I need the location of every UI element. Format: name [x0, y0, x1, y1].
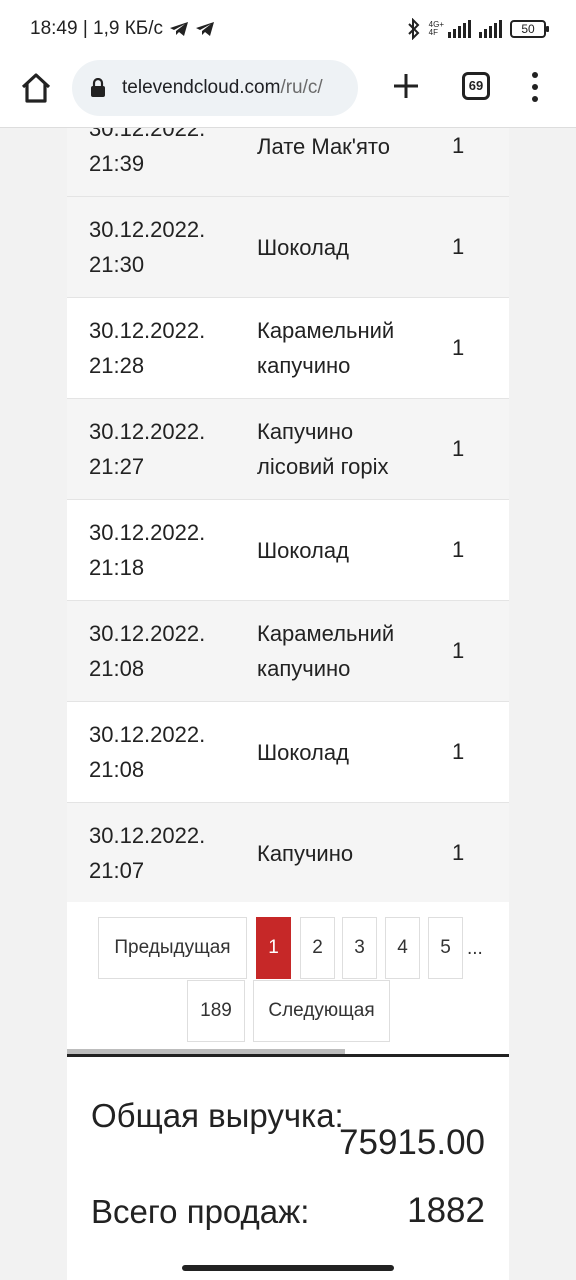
pagination-next-button[interactable]: Следующая [253, 980, 390, 1042]
row-product: Шоколад [257, 234, 349, 260]
row-datetime: 30.12.2022. 21:08 [89, 722, 206, 782]
pagination: Предыдущая 1 2 3 4 5 ... 189 Следующая [67, 902, 509, 1054]
pagination-page-3[interactable]: 3 [342, 917, 377, 979]
sales-table: 30.12.2022. 21:39 Лате Мак'ято 1 30.12.20… [67, 128, 509, 904]
new-tab-icon[interactable] [390, 70, 422, 102]
row-product: Лате Мак'ято [257, 133, 390, 159]
row-datetime: 30.12.2022. 21:07 [89, 823, 206, 883]
bluetooth-icon [407, 18, 420, 40]
row-product: Капучино лісовий горіх [257, 419, 389, 479]
row-quantity: 1 [452, 537, 465, 562]
row-datetime: 30.12.2022. 21:08 [89, 621, 206, 681]
sales-count-value: 1882 [407, 1191, 485, 1230]
row-datetime: 30.12.2022. 21:30 [89, 217, 206, 277]
browser-toolbar: televendcloud.com/ru/c/ 69 [0, 58, 576, 128]
gesture-navigation-bar[interactable] [182, 1265, 394, 1271]
signal-icon [448, 20, 471, 38]
table-row: 30.12.2022. 21:07 Капучино 1 [67, 803, 509, 904]
table-row: 30.12.2022. 21:30 Шоколад 1 [67, 197, 509, 298]
row-quantity: 1 [452, 335, 465, 360]
telegram-icon [170, 22, 189, 36]
row-product: Капучино [257, 840, 354, 866]
sales-summary: Общая выручка: 75915.00 Всего продаж: 18… [67, 1054, 509, 1280]
url-text[interactable]: televendcloud.com/ru/c/ [122, 77, 323, 99]
revenue-label: Общая выручка: [91, 1097, 344, 1134]
table-row: 30.12.2022. 21:08 Шоколад 1 [67, 702, 509, 803]
row-quantity: 1 [452, 133, 465, 158]
lock-icon[interactable] [90, 78, 106, 98]
row-datetime: 30.12.2022. 21:27 [89, 419, 206, 479]
home-icon[interactable] [18, 70, 54, 106]
pagination-page-1[interactable]: 1 [256, 917, 291, 979]
row-product: Карамельний капучино [257, 621, 395, 681]
row-datetime: 30.12.2022. 21:28 [89, 318, 206, 378]
pagination-page-2[interactable]: 2 [300, 917, 335, 979]
pagination-page-5[interactable]: 5 [428, 917, 463, 979]
table-row: 30.12.2022. 21:08 Карамельний капучино 1 [67, 601, 509, 702]
pagination-prev-button[interactable]: Предыдущая [98, 917, 247, 979]
sales-count-label: Всего продаж: [91, 1193, 310, 1230]
battery-icon: 50 [510, 20, 549, 38]
pagination-page-4[interactable]: 4 [385, 917, 420, 979]
row-datetime: 30.12.2022. 21:18 [89, 520, 206, 580]
pagination-page-last[interactable]: 189 [187, 980, 245, 1042]
status-bar: 18:49 | 1,9 КБ/с 4G+ 4F 50 [0, 0, 576, 58]
row-quantity: 1 [452, 638, 465, 663]
table-row: 30.12.2022. 21:27 Капучино лісовий горіх 1 [67, 399, 509, 500]
row-quantity: 1 [452, 436, 465, 461]
status-left: 18:49 | 1,9 КБ/с [30, 18, 215, 40]
status-right: 4G+ 4F 50 [407, 18, 549, 40]
revenue-value: 75915.00 [339, 1123, 485, 1162]
status-time-speed: 18:49 | 1,9 КБ/с [30, 18, 164, 39]
network-type: 4G+ 4F [428, 20, 444, 37]
row-product: Шоколад [257, 537, 349, 563]
pagination-ellipsis: ... [467, 938, 483, 959]
row-quantity: 1 [452, 234, 465, 259]
telegram-icon [196, 22, 215, 36]
row-quantity: 1 [452, 739, 465, 764]
more-menu-icon[interactable] [530, 72, 540, 102]
row-product: Карамельний капучино [257, 318, 395, 378]
address-bar[interactable]: televendcloud.com/ru/c/ [72, 60, 358, 116]
tab-switcher-button[interactable]: 69 [462, 72, 490, 100]
table-row: 30.12.2022. 21:18 Шоколад 1 [67, 500, 509, 601]
signal-icon [479, 20, 502, 38]
page-content: 30.12.2022. 21:39 Лате Мак'ято 1 30.12.20… [67, 128, 509, 1280]
row-quantity: 1 [452, 840, 465, 865]
row-datetime: 30.12.2022. 21:39 [89, 128, 206, 176]
row-product: Шоколад [257, 739, 349, 765]
table-row: 30.12.2022. 21:39 Лате Мак'ято 1 [67, 128, 509, 197]
table-row: 30.12.2022. 21:28 Карамельний капучино 1 [67, 298, 509, 399]
